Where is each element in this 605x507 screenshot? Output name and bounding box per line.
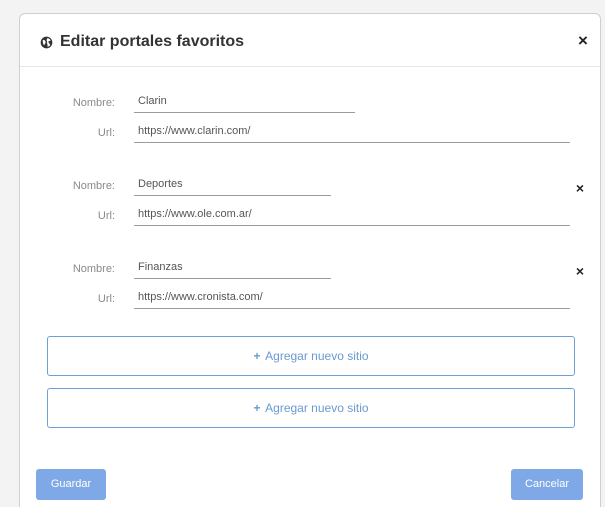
plus-icon: + bbox=[253, 349, 261, 363]
site-url-label: Url: bbox=[97, 127, 115, 139]
remove-site-button[interactable]: × bbox=[576, 181, 584, 195]
site-url-label: Url: bbox=[97, 293, 115, 305]
site-url-label: Url: bbox=[97, 210, 115, 222]
add-new-site-button[interactable]: + Agregar nuevo sitio bbox=[47, 336, 575, 376]
site-name-input[interactable]: Finanzas bbox=[134, 260, 331, 279]
site-url-input[interactable]: https://www.clarin.com/ bbox=[134, 124, 570, 143]
close-dialog-button[interactable]: × bbox=[578, 32, 588, 49]
globe-icon bbox=[40, 36, 53, 49]
dialog-header: Editar portales favoritos × bbox=[20, 14, 600, 67]
site-name-label: Nombre: bbox=[72, 180, 115, 192]
site-name-label: Nombre: bbox=[72, 97, 115, 109]
remove-site-button[interactable]: × bbox=[576, 264, 584, 278]
cancel-button[interactable]: Cancelar bbox=[511, 469, 583, 500]
site-url-input[interactable]: https://www.cronista.com/ bbox=[134, 290, 570, 309]
dialog-title: Editar portales favoritos bbox=[60, 33, 245, 50]
add-new-site-label: Agregar nuevo sitio bbox=[265, 349, 369, 363]
site-url-input[interactable]: https://www.ole.com.ar/ bbox=[134, 207, 570, 226]
site-name-label: Nombre: bbox=[72, 263, 115, 275]
add-new-site-button[interactable]: + Agregar nuevo sitio bbox=[47, 388, 575, 428]
plus-icon: + bbox=[253, 401, 261, 415]
site-name-input[interactable]: Clarin bbox=[134, 94, 355, 113]
add-new-site-label: Agregar nuevo sitio bbox=[265, 401, 369, 415]
save-button[interactable]: Guardar bbox=[36, 469, 106, 500]
site-name-input[interactable]: Deportes bbox=[134, 177, 331, 196]
edit-favorites-dialog: Editar portales favoritos × Nombre: Clar… bbox=[19, 13, 601, 507]
